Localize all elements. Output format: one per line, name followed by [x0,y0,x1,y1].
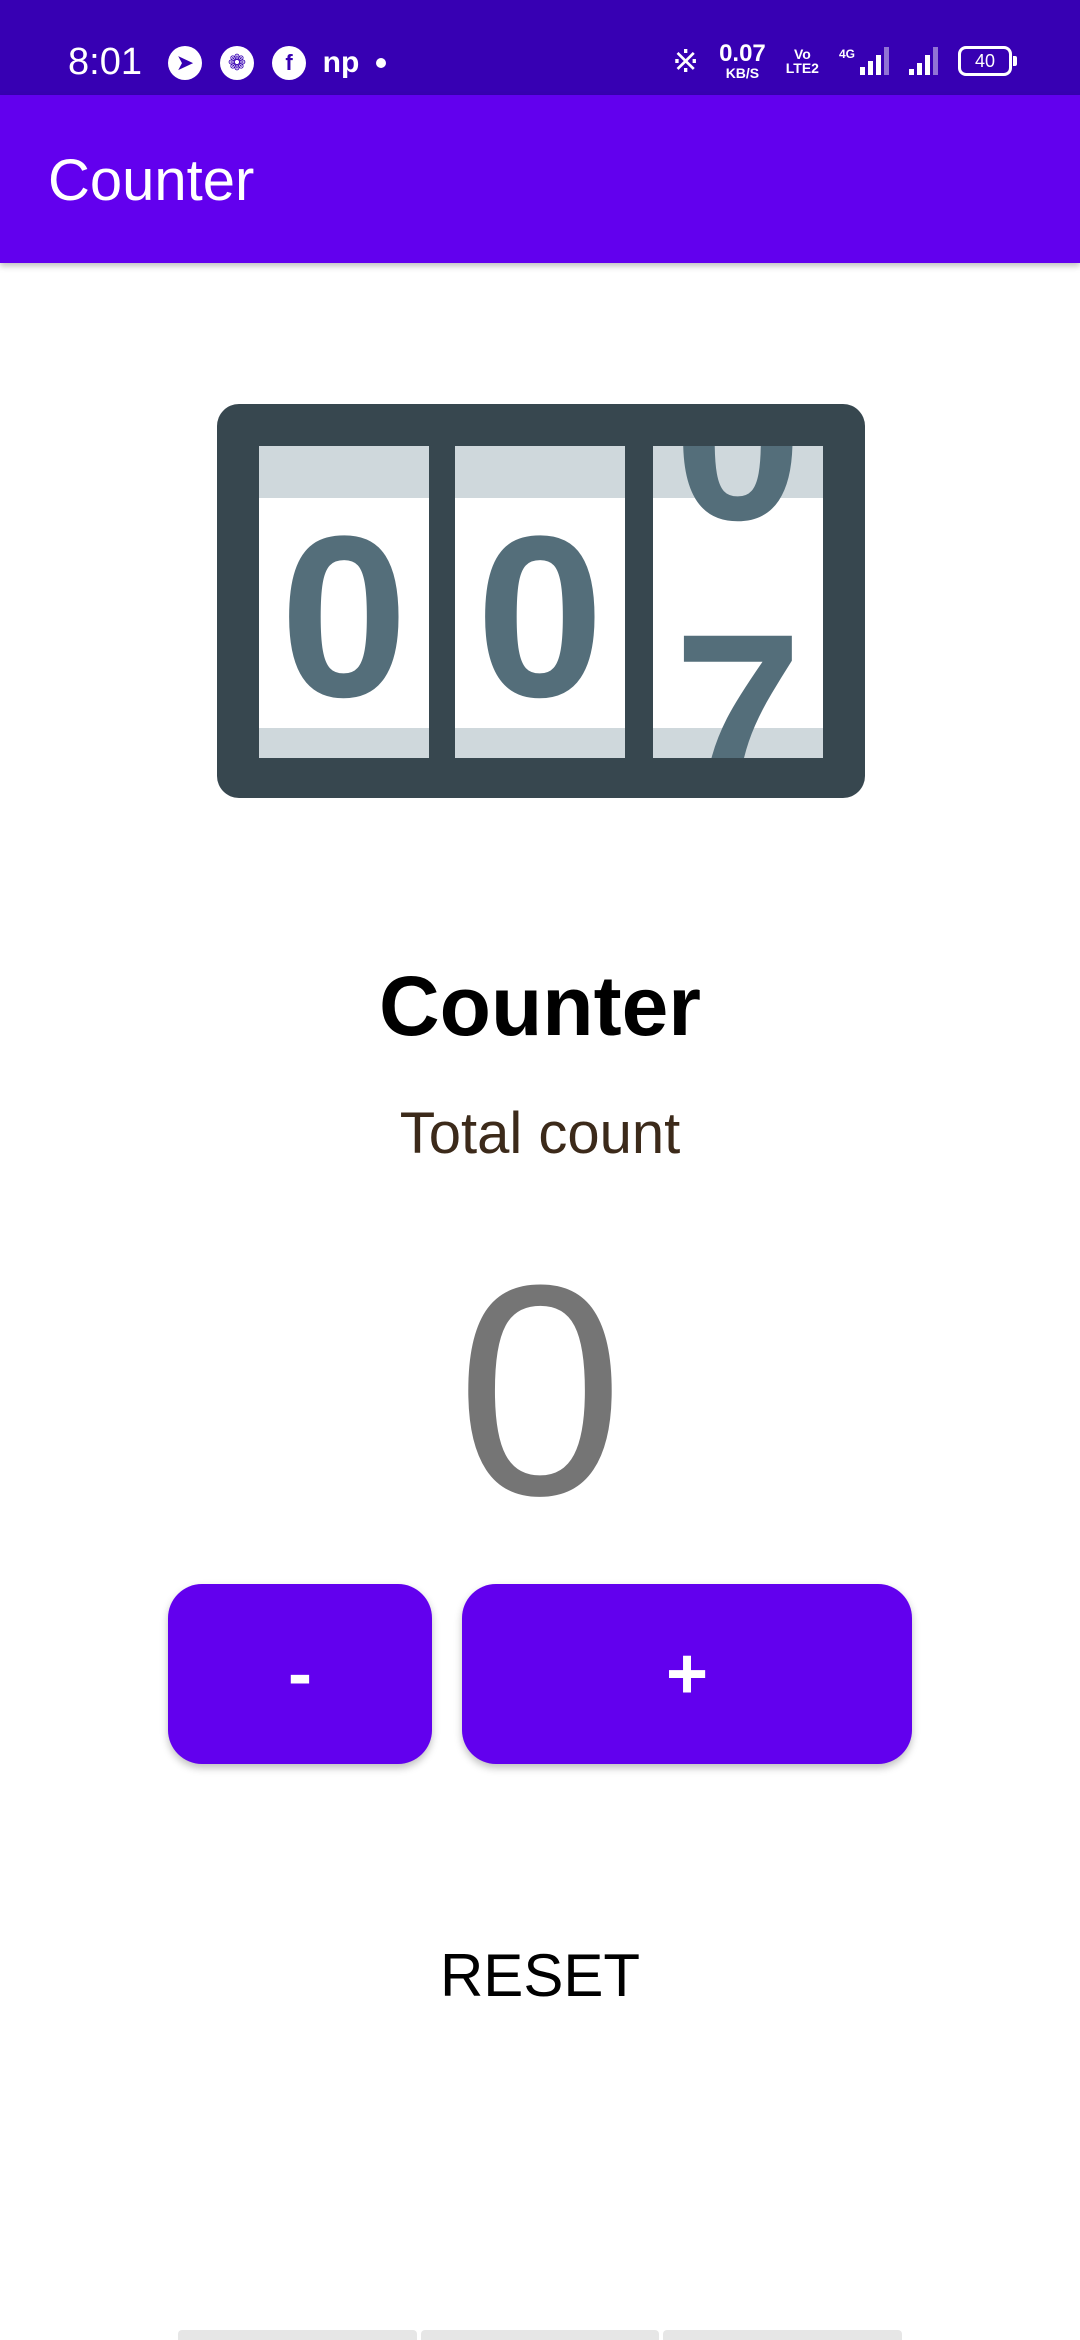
network-speed-unit: KB/S [725,65,760,81]
signal-strength-icon [909,47,938,75]
navigation-hint [178,2330,903,2340]
content-subtitle: Total count [399,1101,681,1166]
app-bar: Counter [0,95,1080,263]
bluetooth-icon: ※ [672,43,700,79]
notification-icons: ➤ ❁ f np [168,46,386,80]
tally-counter-icon: 0 0 0 7 [217,404,865,798]
volte-top: Vo [793,46,811,62]
pinwheel-app-icon: ❁ [220,46,254,80]
content-title: Counter [379,959,701,1053]
reset-button[interactable]: RESET [390,1930,690,2020]
network-speed: 0.07 KB/S [719,40,766,81]
status-time: 8:01 [68,41,142,83]
increment-button[interactable]: + [462,1584,912,1764]
app-bar-title: Counter [48,148,255,213]
volte-bottom: LTE2 [785,60,819,76]
battery-level: 40 [974,50,996,71]
signal-4g-icon: 4G [839,47,889,75]
status-bar: 8:01 ➤ ❁ f np ※ 0.07 KB/S Vo LTE2 4G 40 [0,0,1080,95]
network-speed-value: 0.07 [719,40,766,67]
counter-digit-2: 0 [476,488,604,745]
counter-digit-1: 0 [280,488,408,745]
count-value: 0 [456,1222,624,1558]
decrement-button[interactable]: - [168,1584,432,1764]
system-indicators: ※ 0.07 KB/S Vo LTE2 4G 40 [672,40,1017,81]
notification-dot-icon [376,58,386,68]
network-type-label: 4G [838,47,855,61]
np-app-icon: np [322,46,360,79]
facebook-icon: f [272,46,306,80]
telegram-icon: ➤ [168,46,202,80]
battery-icon: 40 [958,46,1017,76]
volte-indicator: Vo LTE2 [786,47,819,75]
